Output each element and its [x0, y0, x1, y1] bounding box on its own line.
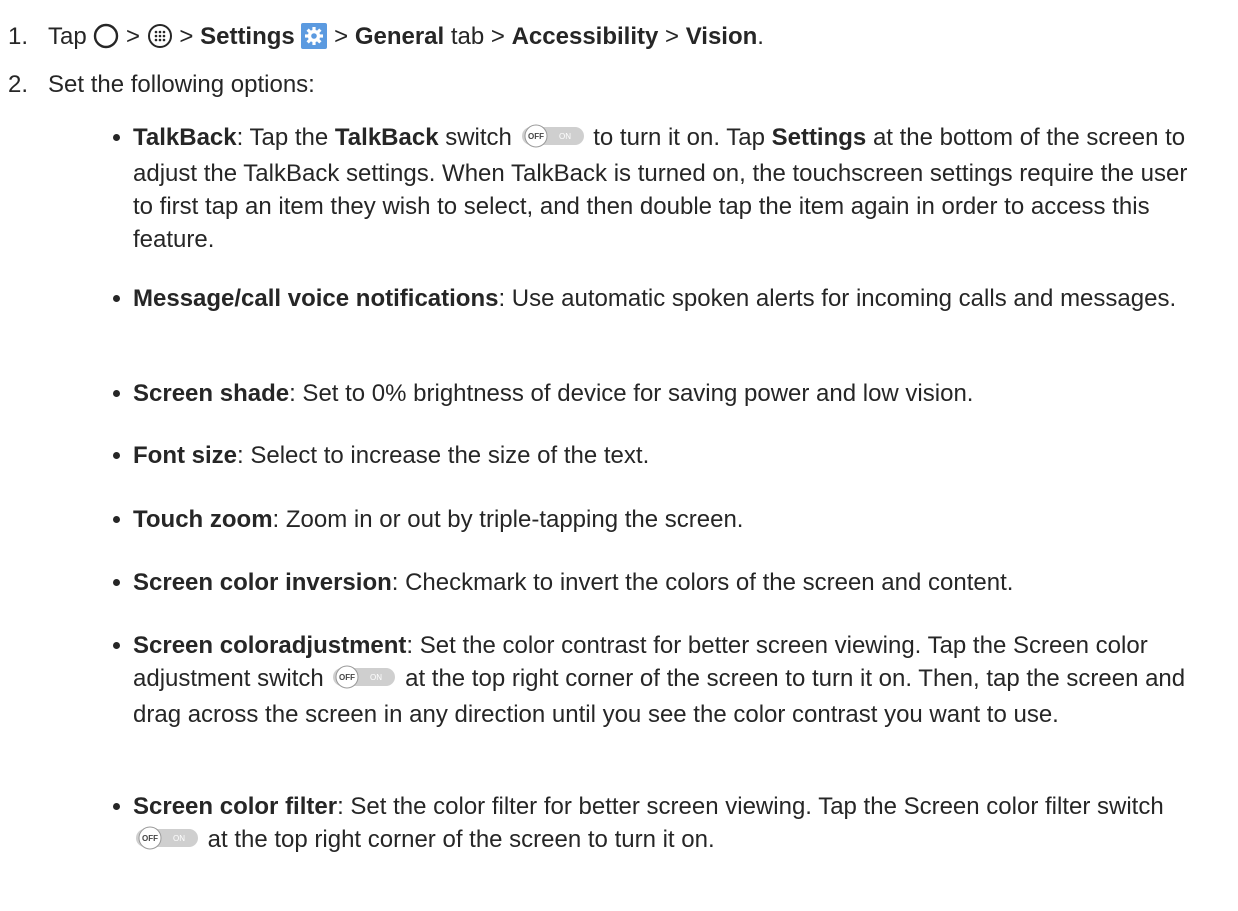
settings-label: Settings — [200, 23, 295, 50]
separator: > — [490, 23, 505, 50]
switch-off-label: OFF — [528, 132, 544, 141]
separator: > — [126, 23, 141, 50]
off-on-switch-icon: OFF ON — [135, 826, 199, 859]
step-number: 1. — [8, 23, 29, 50]
step-number: 2. — [8, 71, 29, 98]
switch-off-label: OFF — [142, 834, 158, 843]
list-item: Screen color inversion: Checkmark to inv… — [113, 566, 1213, 599]
option-title: Screen coloradjustment — [133, 632, 407, 659]
separator: > — [665, 23, 680, 50]
list-item-text: Message/call voice notifications: Use au… — [133, 285, 1177, 312]
off-on-switch-icon: OFF ON — [521, 124, 585, 157]
tap-word: Tap — [48, 23, 87, 50]
list-item-text: Screen shade: Set to 0% brightness of de… — [133, 380, 974, 407]
vision-label: Vision — [685, 23, 758, 50]
option-title: TalkBack — [133, 124, 237, 151]
bullet — [113, 579, 120, 586]
list-item: Message/call voice notifications: Use au… — [113, 282, 1213, 315]
bullet — [113, 390, 120, 397]
tab-word: tab — [444, 23, 491, 50]
switch-off-label: OFF — [339, 673, 355, 682]
bullet — [113, 295, 120, 302]
step-text: Set the following options: — [48, 71, 315, 98]
bullet — [113, 134, 120, 141]
list-item: Touch zoom: Zoom in or out by triple-tap… — [113, 503, 1213, 536]
list-item-text: Screen color inversion: Checkmark to inv… — [133, 569, 1014, 596]
list-item: Screen coloradjustment: Set the color co… — [113, 629, 1213, 731]
switch-on-label: ON — [559, 132, 571, 141]
option-title: Font size — [133, 442, 238, 469]
list-item: Font size: Select to increase the size o… — [113, 439, 1213, 472]
list-item-text: Touch zoom: Zoom in or out by triple-tap… — [133, 506, 744, 533]
switch-on-label: ON — [370, 673, 382, 682]
list-item-text: Screen color filter: Set the color filte… — [133, 790, 1213, 859]
option-title: Screen shade — [133, 380, 290, 407]
bullet — [113, 516, 120, 523]
general-label: General — [354, 23, 445, 50]
home-circle-icon — [93, 23, 119, 58]
option-title: Screen color filter — [133, 793, 338, 820]
switch-on-label: ON — [173, 834, 185, 843]
list-item-text: Screen coloradjustment: Set the color co… — [133, 632, 1186, 728]
step-2: 2. Set the following options: — [8, 68, 1208, 101]
gear-icon — [301, 23, 328, 58]
separator: > — [334, 23, 349, 50]
list-item: Screen color filter: Set the color filte… — [113, 790, 1213, 859]
bullet — [113, 642, 120, 649]
option-title: Message/call voice notifications — [133, 285, 499, 312]
separator: > — [179, 23, 194, 50]
period: . — [757, 23, 764, 50]
list-item: TalkBack: Tap the TalkBack switch OFF ON … — [113, 121, 1213, 256]
bullet — [113, 452, 120, 459]
list-item: Screen shade: Set to 0% brightness of de… — [113, 377, 1213, 410]
accessibility-label: Accessibility — [511, 23, 659, 50]
bullet — [113, 803, 120, 810]
list-item-text: TalkBack: Tap the TalkBack switch OFF ON … — [133, 124, 1188, 253]
apps-grid-icon — [147, 23, 173, 58]
off-on-switch-icon: OFF ON — [332, 665, 396, 698]
option-title: Touch zoom — [133, 506, 273, 533]
list-item-text: Font size: Select to increase the size o… — [133, 442, 650, 469]
step-1: 1. Tap > > Settings > General tab > Acces… — [8, 20, 1208, 58]
option-title: Screen color inversion — [133, 569, 392, 596]
